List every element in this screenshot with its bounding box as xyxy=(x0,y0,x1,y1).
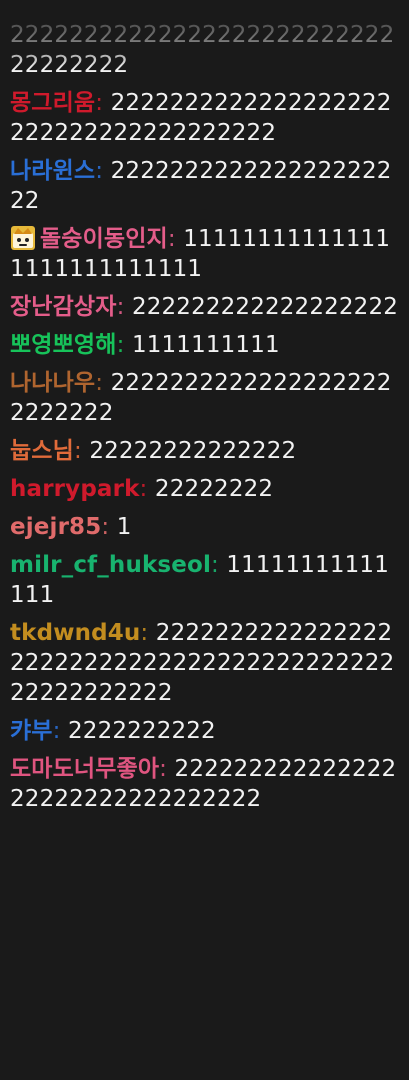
chat-message: 몽그리움: 2222222222222222222222222222222222… xyxy=(10,88,399,148)
chat-message: 장난감상자: 222222222222222222 xyxy=(10,292,399,322)
chat-message: 뽀영뽀영해: 1111111111 xyxy=(10,330,399,360)
chat-nickname[interactable]: 뽀영뽀영해 xyxy=(10,332,117,358)
chat-message: tkdwnd4u: 222222222222222222222222222222… xyxy=(10,618,399,708)
chat-nickname[interactable]: milr_cf_hukseol xyxy=(10,552,211,578)
colon: : xyxy=(95,158,104,184)
chat-message: milr_cf_hukseol: 11111111111111 xyxy=(10,550,399,610)
colon: : xyxy=(95,370,104,396)
chat-message: ejejr85: 1 xyxy=(10,512,399,542)
chat-message: 캬부: 2222222222 xyxy=(10,716,399,746)
chat-text: 222222222222222222 xyxy=(131,294,399,320)
chat-text: 22222222 xyxy=(154,476,274,502)
chat-nickname[interactable]: 장난감상자 xyxy=(10,294,117,320)
chat-text: 1 xyxy=(116,514,132,540)
chat-message: harrypark: 22222222 xyxy=(10,474,399,504)
chat-text: 2222222222222222222222222222222222 xyxy=(10,22,395,78)
chat-nickname[interactable]: 도마도너무좋아 xyxy=(10,756,159,782)
chat-text: 1111111111 xyxy=(131,332,280,358)
crown-face-icon xyxy=(10,225,36,251)
chat-nickname[interactable]: 눕스님 xyxy=(10,438,74,464)
chat-log: 2222222222222222222222222222222222 몽그리움:… xyxy=(0,0,409,1080)
chat-nickname[interactable]: 캬부 xyxy=(10,718,53,744)
colon: : xyxy=(95,90,104,116)
colon: : xyxy=(210,552,219,578)
chat-message: 2222222222222222222222222222222222 xyxy=(10,20,399,80)
chat-nickname[interactable]: ejejr85 xyxy=(10,514,101,540)
chat-message: 돌숭이동인지: 111111111111111111111111111 xyxy=(10,224,399,284)
colon: : xyxy=(139,476,148,502)
colon: : xyxy=(101,514,110,540)
chat-nickname[interactable]: tkdwnd4u xyxy=(10,620,140,646)
chat-message: 도마도너무좋아: 2222222222222222222222222222222… xyxy=(10,754,399,814)
chat-nickname[interactable]: harrypark xyxy=(10,476,140,502)
chat-message: 눕스님: 22222222222222 xyxy=(10,436,399,466)
colon: : xyxy=(116,294,125,320)
chat-text: 22222222222222 xyxy=(89,438,297,464)
chat-nickname[interactable]: 나라윈스 xyxy=(10,158,95,184)
chat-message: 나라윈스: 222222222222222222222 xyxy=(10,156,399,216)
colon: : xyxy=(116,332,125,358)
colon: : xyxy=(159,756,168,782)
chat-nickname[interactable]: 몽그리움 xyxy=(10,90,95,116)
colon: : xyxy=(52,718,61,744)
colon: : xyxy=(167,226,176,252)
colon: : xyxy=(73,438,82,464)
chat-text: 2222222222 xyxy=(68,718,216,744)
colon: : xyxy=(140,620,149,646)
chat-nickname[interactable]: 돌숭이동인지 xyxy=(40,226,168,252)
chat-nickname[interactable]: 나나나우 xyxy=(10,370,95,396)
chat-message: 나나나우: 22222222222222222222222222 xyxy=(10,368,399,428)
